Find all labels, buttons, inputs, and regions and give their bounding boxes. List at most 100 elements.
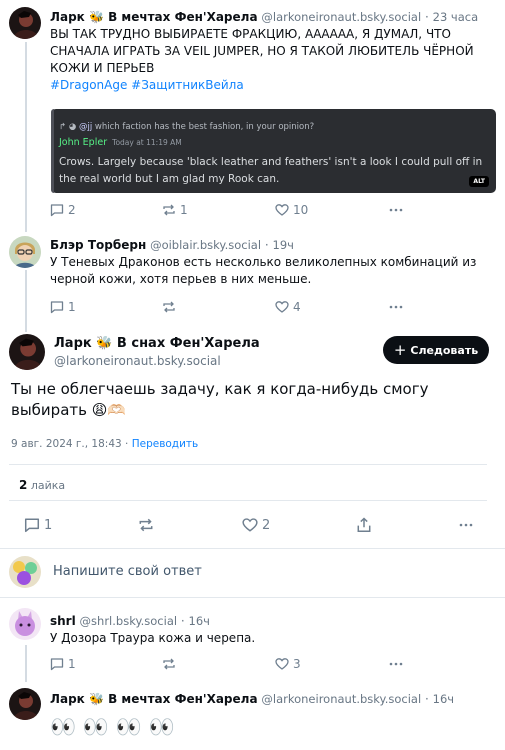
author-name[interactable]: Ларк 🐝 В мечтах Фен'Харела <box>50 692 258 706</box>
post-body: ВЫ ТАК ТРУДНО ВЫБИРАЕТЕ ФРАКЦИЮ, АААААА,… <box>50 27 474 75</box>
author-name[interactable]: shrl <box>50 614 76 628</box>
more-button[interactable] <box>388 298 404 316</box>
avatar[interactable] <box>9 334 45 370</box>
repost-icon <box>139 518 153 532</box>
likes-label: лайка <box>30 479 66 492</box>
reply-input[interactable]: Напишите свой ответ <box>53 564 202 579</box>
main-author-name[interactable]: Ларк 🐝 В снах Фен'Харела <box>54 336 260 351</box>
more-icon <box>389 208 403 212</box>
my-avatar <box>9 556 41 588</box>
reply-count: 1 <box>44 517 53 533</box>
translate-link[interactable]: Переводить <box>132 438 198 450</box>
reply-button[interactable]: 1 <box>50 655 76 673</box>
repost-button[interactable]: 1 <box>162 201 188 219</box>
reply-button[interactable]: 2 <box>50 201 76 219</box>
reply-button[interactable]: 1 <box>24 516 52 534</box>
author-handle[interactable]: @larkoneironaut.bsky.social <box>261 10 421 24</box>
follow-label: Следовать <box>410 343 479 357</box>
author-handle[interactable]: @oiblair.bsky.social <box>150 238 261 252</box>
like-button[interactable]: 4 <box>275 298 301 316</box>
discord-reply-ref: ↱ ◕ @jj which faction has the best fashi… <box>59 122 314 132</box>
repost-button[interactable] <box>138 516 154 534</box>
divider <box>9 500 487 501</box>
avatar[interactable] <box>9 608 41 640</box>
reply-button[interactable]: 1 <box>50 298 76 316</box>
like-count: 2 <box>262 517 271 533</box>
more-button[interactable] <box>458 516 474 534</box>
repost-count: 1 <box>180 203 188 217</box>
like-button[interactable]: 3 <box>275 655 301 673</box>
post-time[interactable]: 19ч <box>273 238 294 252</box>
reply-text: which faction has the best fashion, in y… <box>94 122 315 132</box>
post-time[interactable]: 16ч <box>433 692 454 706</box>
avatar[interactable] <box>9 236 41 268</box>
reply-icon <box>24 518 40 533</box>
discord-author-name: John Epler <box>59 137 108 148</box>
like-button[interactable]: 10 <box>275 201 308 219</box>
reply-count: 2 <box>68 203 76 217</box>
post-meta: 9 авг. 2024 г., 18:43 · Переводить <box>11 438 199 450</box>
post-actions: 2 1 10 <box>50 201 450 219</box>
author-handle[interactable]: @larkoneironaut.bsky.social <box>261 692 421 706</box>
image-embed[interactable]: ↱ ◕ @jj which faction has the best fashi… <box>51 109 496 193</box>
more-icon <box>389 662 403 666</box>
like-button[interactable]: 2 <box>242 516 270 534</box>
post-text: ВЫ ТАК ТРУДНО ВЫБИРАЕТЕ ФРАКЦИЮ, АААААА,… <box>50 26 490 94</box>
likes-count: 2 <box>19 478 28 492</box>
author-name[interactable]: Ларк 🐝 В мечтах Фен'Харела <box>50 10 258 24</box>
author-name[interactable]: Блэр Торберн <box>50 238 146 252</box>
main-author-handle[interactable]: @larkoneironaut.bsky.social <box>54 354 221 368</box>
follow-button[interactable]: + Следовать <box>383 336 489 364</box>
reply-icon <box>50 658 64 671</box>
hashtags[interactable]: #DragonAge #ЗащитникВейла <box>50 77 490 94</box>
repost-button[interactable] <box>162 655 176 673</box>
repost-icon <box>163 301 175 313</box>
reply-count: 1 <box>68 300 76 314</box>
share-button[interactable] <box>356 516 372 534</box>
more-icon <box>459 523 473 527</box>
post-time[interactable]: 16ч <box>189 614 210 628</box>
post-date: 9 авг. 2024 г., 18:43 <box>11 438 122 450</box>
like-count: 10 <box>293 203 309 217</box>
reply-arrow-icon: ↱ <box>59 122 69 132</box>
likes-summary[interactable]: 2 лайка <box>19 478 65 492</box>
repost-icon <box>163 204 175 216</box>
post-actions: 1 4 <box>50 298 450 316</box>
more-icon <box>389 305 403 309</box>
more-button[interactable] <box>388 655 404 673</box>
discord-message: Crows. Largely because 'black leather an… <box>59 156 483 185</box>
avatar[interactable] <box>9 688 41 720</box>
post-body: 👀 👀 👀 👀 <box>50 715 175 739</box>
post-time[interactable]: 23 часа <box>433 10 479 24</box>
repost-button[interactable] <box>162 298 176 316</box>
alt-badge[interactable]: ALT <box>469 176 489 187</box>
reply-bar <box>51 109 54 193</box>
post-header: Ларк 🐝 В мечтах Фен'Харела @larkoneirona… <box>50 692 455 706</box>
discord-timestamp: Today at 11:19 AM <box>112 138 182 147</box>
repost-icon <box>163 658 175 670</box>
reply-post[interactable]: Ларк 🐝 В мечтах Фен'Харела @larkoneirona… <box>0 682 505 750</box>
reply-icon <box>50 301 64 314</box>
heart-icon <box>275 301 289 313</box>
reply-post[interactable]: shrl @shrl.bsky.social · 16ч У Дозора Тр… <box>0 598 505 681</box>
like-count: 4 <box>293 300 301 314</box>
reply-icon <box>50 204 64 217</box>
author-handle[interactable]: @shrl.bsky.social <box>80 614 178 628</box>
post-header: Блэр Торберн @oiblair.bsky.social · 19ч <box>50 238 294 252</box>
main-post-actions: 1 2 <box>24 516 484 534</box>
post-body: У Дозора Траура кожа и черепа. <box>50 631 256 645</box>
thread-post[interactable]: Ларк 🐝 В мечтах Фен'Харела @larkoneirona… <box>0 0 505 226</box>
reply-composer[interactable]: Напишите свой ответ <box>0 549 505 596</box>
more-button[interactable] <box>388 201 404 219</box>
avatar[interactable] <box>9 7 41 39</box>
mention: @jj <box>78 122 93 132</box>
reply-avatar-icon: ◕ <box>68 122 79 132</box>
post-header: shrl @shrl.bsky.social · 16ч <box>50 614 210 628</box>
share-icon <box>357 517 371 533</box>
thread-post[interactable]: Блэр Торберн @oiblair.bsky.social · 19ч … <box>0 232 505 327</box>
plus-icon: + <box>393 340 407 359</box>
heart-icon <box>242 518 258 532</box>
divider <box>9 464 487 465</box>
main-post-text: Ты не облегчаешь задачу, как я когда-ниб… <box>11 380 429 419</box>
discord-author: John Epler Today at 11:19 AM <box>59 137 182 148</box>
